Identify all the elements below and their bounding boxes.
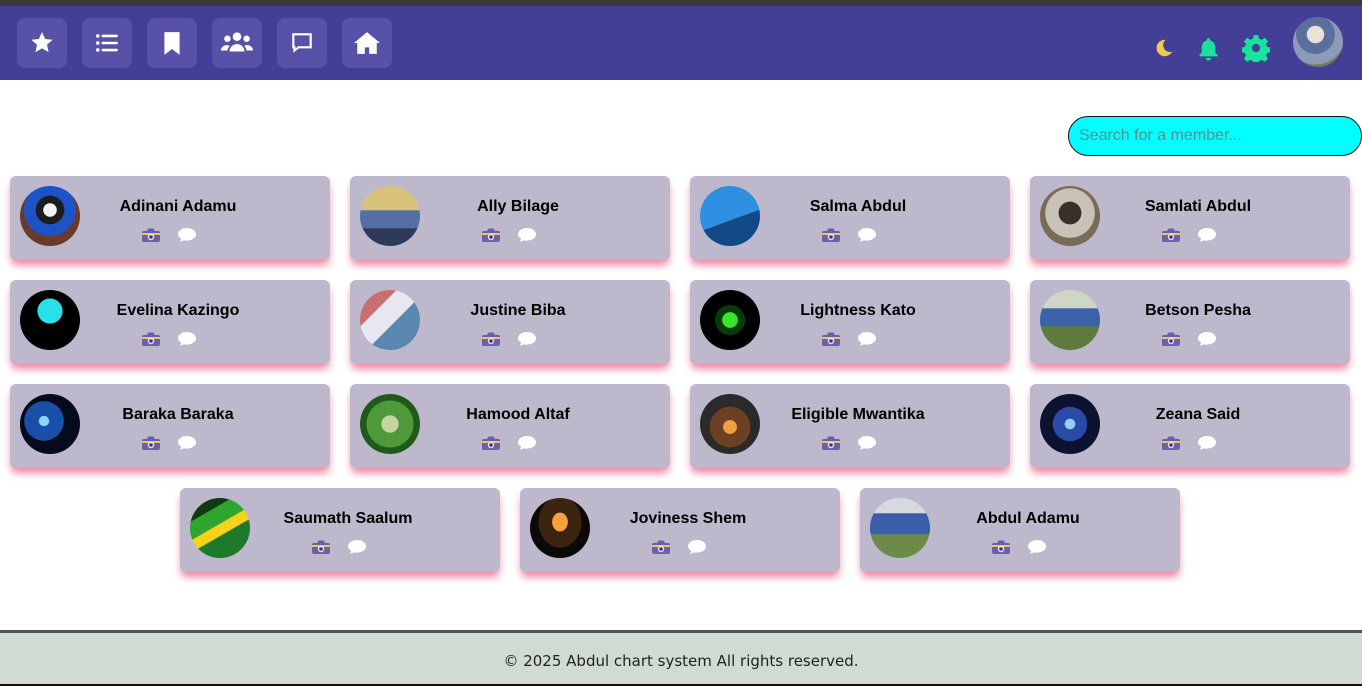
member-avatar[interactable] — [360, 290, 420, 350]
member-avatar[interactable] — [700, 394, 760, 454]
home-button[interactable] — [342, 18, 392, 68]
member-card[interactable]: Evelina Kazingo — [10, 280, 330, 364]
member-name: Abdul Adamu — [976, 510, 1080, 527]
member-avatar[interactable] — [20, 186, 80, 246]
member-avatar[interactable] — [530, 498, 590, 558]
message-icon[interactable] — [1196, 330, 1218, 348]
message-icon[interactable] — [686, 538, 708, 556]
message-icon[interactable] — [176, 226, 198, 244]
chat-icon — [292, 33, 312, 53]
camera-icon[interactable] — [650, 539, 672, 555]
member-name: Joviness Shem — [629, 510, 747, 527]
member-avatar[interactable] — [1040, 394, 1100, 454]
camera-icon[interactable] — [820, 331, 842, 347]
camera-icon[interactable] — [480, 331, 502, 347]
message-icon[interactable] — [1196, 226, 1218, 244]
messages-button[interactable] — [277, 18, 327, 68]
message-icon[interactable] — [516, 226, 538, 244]
member-card[interactable]: Justine Biba — [350, 280, 670, 364]
member-name: Ally Bilage — [477, 198, 559, 215]
member-card[interactable]: Baraka Baraka — [10, 384, 330, 468]
top-navbar — [0, 6, 1362, 80]
member-avatar[interactable] — [360, 394, 420, 454]
camera-icon[interactable] — [820, 227, 842, 243]
bookmarks-button[interactable] — [147, 18, 197, 68]
camera-icon[interactable] — [1160, 331, 1182, 347]
member-card[interactable]: Zeana Said — [1030, 384, 1350, 468]
camera-icon[interactable] — [480, 227, 502, 243]
list-icon — [96, 34, 118, 52]
member-card[interactable]: Eligible Mwantika — [690, 384, 1010, 468]
member-name: Justine Biba — [470, 302, 566, 319]
member-avatar[interactable] — [700, 186, 760, 246]
settings-button[interactable] — [1242, 34, 1270, 62]
camera-icon[interactable] — [140, 227, 162, 243]
theme-toggle[interactable] — [1152, 37, 1174, 59]
member-card[interactable]: Betson Pesha — [1030, 280, 1350, 364]
message-icon[interactable] — [346, 538, 368, 556]
message-icon[interactable] — [1026, 538, 1048, 556]
member-card[interactable]: Lightness Kato — [690, 280, 1010, 364]
message-icon[interactable] — [516, 330, 538, 348]
footer: © 2025 Abdul chart system All rights res… — [0, 630, 1362, 686]
message-icon[interactable] — [856, 434, 878, 452]
member-card[interactable]: Adinani Adamu — [10, 176, 330, 260]
member-avatar[interactable] — [190, 498, 250, 558]
member-name: Baraka Baraka — [122, 406, 234, 423]
member-name: Saumath Saalum — [283, 510, 413, 527]
moon-icon — [1156, 39, 1173, 57]
favorites-button[interactable] — [17, 18, 67, 68]
member-name: Adinani Adamu — [119, 198, 237, 215]
member-card[interactable]: Samlati Abdul — [1030, 176, 1350, 260]
member-name: Samlati Abdul — [1144, 198, 1252, 215]
member-name: Salma Abdul — [809, 198, 907, 215]
member-card[interactable]: Joviness Shem — [520, 488, 840, 572]
member-name: Betson Pesha — [1145, 302, 1251, 319]
bookmark-icon — [164, 32, 180, 55]
member-name: Evelina Kazingo — [116, 302, 240, 319]
message-icon[interactable] — [856, 226, 878, 244]
camera-icon[interactable] — [990, 539, 1012, 555]
camera-icon[interactable] — [310, 539, 332, 555]
message-icon[interactable] — [176, 330, 198, 348]
member-avatar[interactable] — [700, 290, 760, 350]
message-icon[interactable] — [516, 434, 538, 452]
footer-copyright: © 2025 Abdul chart system All rights res… — [503, 652, 859, 670]
camera-icon[interactable] — [480, 435, 502, 451]
camera-icon[interactable] — [820, 435, 842, 451]
camera-icon[interactable] — [140, 435, 162, 451]
member-card[interactable]: Hamood Altaf — [350, 384, 670, 468]
member-name: Zeana Said — [1155, 406, 1241, 423]
member-search-input[interactable] — [1068, 116, 1362, 156]
message-icon[interactable] — [176, 434, 198, 452]
member-card[interactable]: Saumath Saalum — [180, 488, 500, 572]
member-name: Eligible Mwantika — [791, 406, 925, 423]
bell-icon — [1199, 38, 1218, 61]
member-card[interactable]: Salma Abdul — [690, 176, 1010, 260]
user-avatar[interactable] — [1293, 17, 1343, 67]
camera-icon[interactable] — [1160, 435, 1182, 451]
member-card[interactable]: Ally Bilage — [350, 176, 670, 260]
users-icon — [221, 32, 253, 52]
member-avatar[interactable] — [20, 394, 80, 454]
member-name: Lightness Kato — [800, 302, 916, 319]
star-icon — [31, 32, 53, 53]
member-avatar[interactable] — [1040, 186, 1100, 246]
list-button[interactable] — [82, 18, 132, 68]
member-avatar[interactable] — [870, 498, 930, 558]
camera-icon[interactable] — [1160, 227, 1182, 243]
notifications-button[interactable] — [1196, 35, 1221, 62]
member-name: Hamood Altaf — [466, 406, 570, 423]
member-avatar[interactable] — [360, 186, 420, 246]
message-icon[interactable] — [1196, 434, 1218, 452]
camera-icon[interactable] — [140, 331, 162, 347]
gear-icon — [1242, 35, 1270, 62]
member-avatar[interactable] — [20, 290, 80, 350]
message-icon[interactable] — [856, 330, 878, 348]
member-avatar[interactable] — [1040, 290, 1100, 350]
home-icon — [354, 32, 380, 54]
groups-button[interactable] — [212, 18, 262, 68]
member-card[interactable]: Abdul Adamu — [860, 488, 1180, 572]
